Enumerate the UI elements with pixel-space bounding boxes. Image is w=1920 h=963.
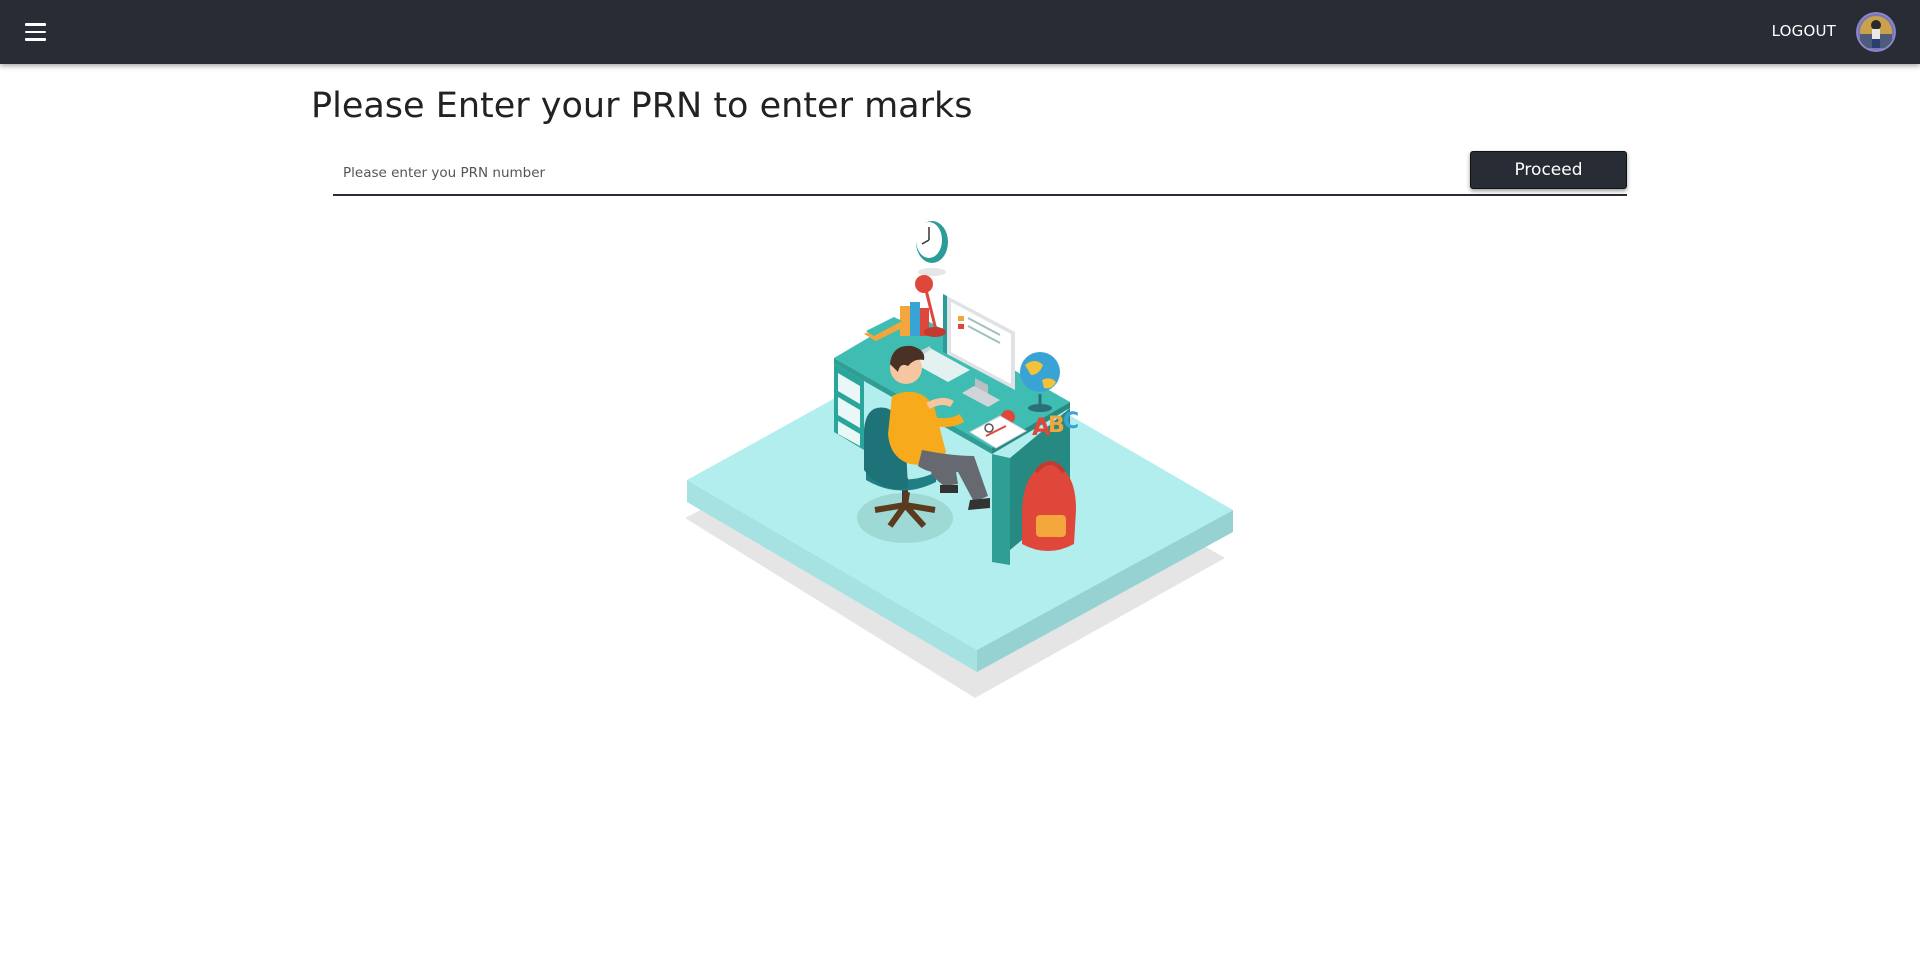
top-app-bar: LOGOUT: [0, 0, 1920, 64]
hamburger-menu-icon[interactable]: [22, 20, 50, 44]
clock-icon: [916, 221, 948, 276]
logout-button[interactable]: LOGOUT: [1772, 22, 1836, 40]
prn-input[interactable]: [333, 152, 1467, 194]
svg-text:C: C: [1063, 409, 1079, 434]
student-at-desk-illustration: A B C: [685, 221, 1233, 698]
user-avatar[interactable]: [1856, 12, 1896, 52]
proceed-button[interactable]: Proceed: [1470, 151, 1627, 189]
page-title: Please Enter your PRN to enter marks: [311, 86, 973, 126]
prn-form: Proceed: [333, 151, 1627, 196]
